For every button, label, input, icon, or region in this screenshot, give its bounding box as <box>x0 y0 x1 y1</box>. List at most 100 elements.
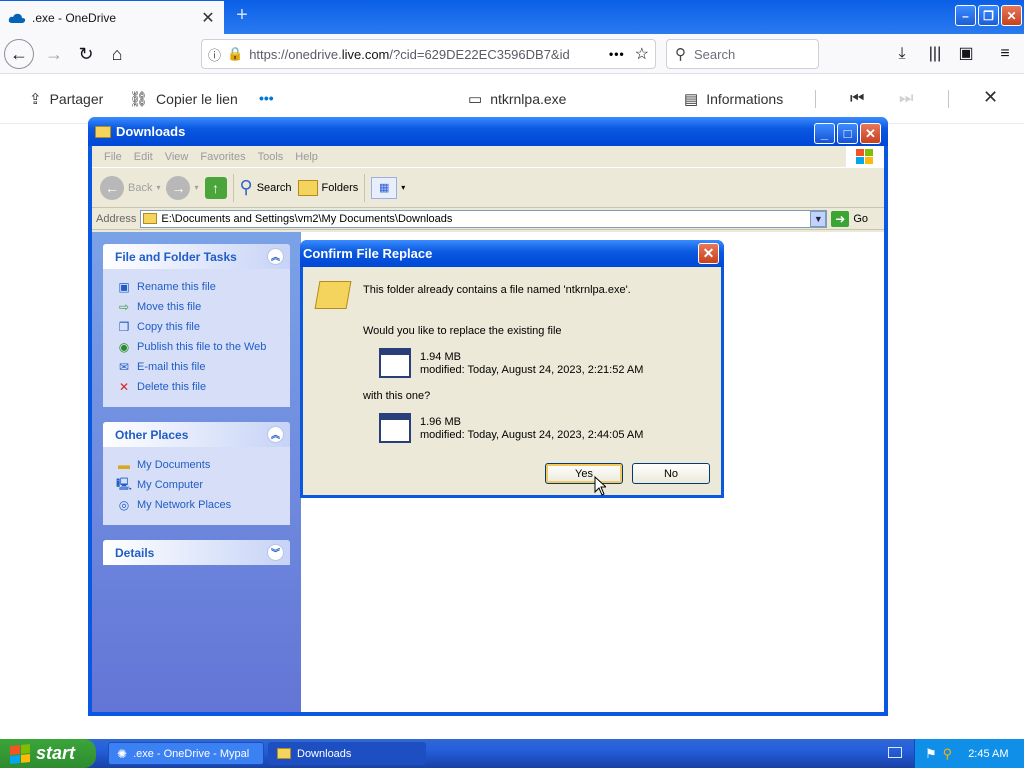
views-button[interactable]: ▦ ▾ <box>371 176 405 199</box>
details-panel: Details ︾ <box>103 540 290 565</box>
panel-header[interactable]: Details ︾ <box>103 540 290 565</box>
next-file-button[interactable]: ⏭ <box>899 90 913 108</box>
dialog-titlebar[interactable]: Confirm File Replace <box>300 240 724 267</box>
url-text[interactable]: https://onedrive.live.com/?cid=629DE22EC… <box>249 47 599 62</box>
menu-help[interactable]: Help <box>289 151 324 163</box>
browser-restore-button[interactable]: ❐ <box>978 5 999 26</box>
more-actions-button[interactable]: ••• <box>259 90 274 106</box>
explorer-minimize-button[interactable]: _ <box>814 123 835 144</box>
url-bar[interactable]: ⓘ 🔒 https://onedrive.live.com/?cid=629DE… <box>201 39 656 69</box>
go-button[interactable]: ➜ Go <box>831 210 880 227</box>
existing-file-size: 1.94 MB <box>420 351 461 363</box>
taskbar-item-mypal[interactable]: ✺ .exe - OneDrive - Mypal <box>108 742 264 765</box>
address-bar: Address E:\Documents and Settings\vm2\My… <box>92 208 884 230</box>
dialog-question: Would you like to replace the existing f… <box>363 325 562 337</box>
browser-minimize-button[interactable]: – <box>955 5 976 26</box>
bookmark-star-icon[interactable]: ☆ <box>635 44 649 64</box>
menu-file[interactable]: File <box>98 151 128 163</box>
search-placeholder: Search <box>694 46 736 62</box>
browser-tab[interactable]: .exe - OneDrive ✕ <box>0 1 224 34</box>
downloads-icon[interactable]: ⤓ <box>892 44 912 64</box>
library-icon[interactable]: ||| <box>925 44 945 64</box>
skip-next-icon: ⏭ <box>899 90 914 107</box>
no-button[interactable]: No <box>632 463 710 484</box>
tab-close-icon[interactable]: ✕ <box>200 8 216 28</box>
expand-icon[interactable]: ︾ <box>267 544 284 561</box>
info-button[interactable]: ▤ Informations <box>684 90 783 108</box>
close-viewer-button[interactable]: ✕ <box>983 87 998 108</box>
menu-view[interactable]: View <box>159 151 195 163</box>
place-label: My Computer <box>137 479 204 491</box>
info-label: Informations <box>706 91 784 107</box>
collapse-icon[interactable]: ︽ <box>267 248 284 265</box>
menu-tools[interactable]: Tools <box>252 151 290 163</box>
share-button[interactable]: ⇪ Partager <box>29 90 103 108</box>
tab-title: .exe - OneDrive <box>32 10 117 25</box>
explorer-titlebar[interactable]: Downloads <box>88 117 888 146</box>
dialog-close-button[interactable]: ✕ <box>698 243 719 264</box>
forward-button[interactable]: → ▾ <box>166 175 199 200</box>
yes-button[interactable]: Yes <box>545 463 623 484</box>
place-my-network[interactable]: ◎ My Network Places <box>117 495 278 515</box>
menu-icon[interactable]: ≡ <box>995 44 1015 64</box>
new-file-size: 1.96 MB <box>420 416 461 428</box>
up-folder-icon: ↑ <box>204 176 227 199</box>
page-actions-icon[interactable]: ••• <box>609 47 625 61</box>
copy-link-button[interactable]: ⛓ Copier le lien <box>129 90 238 108</box>
task-move[interactable]: ⇨ Move this file <box>117 297 278 317</box>
up-folder-button[interactable]: ↑ <box>204 176 227 199</box>
new-file-modified: modified: Today, August 24, 2023, 2:44:0… <box>420 429 644 441</box>
place-my-documents[interactable]: ▬ My Documents <box>117 455 278 475</box>
task-email[interactable]: ✉ E-mail this file <box>117 357 278 377</box>
folder-icon <box>143 213 158 224</box>
search-label: Search <box>256 181 292 194</box>
panel-header[interactable]: Other Places ︽ <box>103 422 290 447</box>
menu-favorites[interactable]: Favorites <box>194 151 251 163</box>
share-label: Partager <box>49 91 104 107</box>
explorer-maximize-button[interactable]: □ <box>837 123 858 144</box>
search-input[interactable]: ⚲ Search <box>666 39 819 69</box>
new-tab-button[interactable]: + <box>230 4 254 28</box>
menu-bar: File Edit View Favorites Tools Help <box>92 146 884 168</box>
address-input[interactable]: E:\Documents and Settings\vm2\My Documen… <box>140 209 828 228</box>
browser-navbar: ← → ↻ ⌂ ⓘ 🔒 https://onedrive.live.com/?c… <box>0 34 1024 74</box>
search-button[interactable]: ⚲ Search <box>240 177 292 198</box>
explorer-close-button[interactable]: ✕ <box>860 123 881 144</box>
address-dropdown-icon[interactable]: ▼ <box>810 210 827 227</box>
home-button[interactable]: ⌂ <box>103 40 131 68</box>
start-label: start <box>36 743 76 763</box>
toolbar-separator <box>364 173 366 202</box>
file-name: ntkrnlpa.exe <box>490 91 567 107</box>
reload-button[interactable]: ↻ <box>72 40 100 68</box>
copy-link-label: Copier le lien <box>156 91 238 107</box>
browser-close-button[interactable]: ✕ <box>1001 5 1022 26</box>
panel-title: Other Places <box>115 427 189 442</box>
copy-icon: ❐ <box>118 320 130 334</box>
back-button[interactable]: ← Back ▾ <box>100 175 160 200</box>
windows-flag-icon <box>10 743 30 764</box>
network-tray-icon[interactable]: ⚑ <box>925 746 937 762</box>
start-button[interactable]: start <box>0 739 96 768</box>
task-rename[interactable]: ▣ Rename this file <box>117 277 278 297</box>
previous-file-button[interactable]: ⏮ <box>850 90 864 108</box>
collapse-icon[interactable]: ︽ <box>267 426 284 443</box>
folders-button[interactable]: Folders <box>297 179 358 196</box>
sidebar-icon[interactable]: ▣ <box>956 44 976 64</box>
menu-edit[interactable]: Edit <box>128 151 159 163</box>
place-my-computer[interactable]: 🖳 My Computer <box>116 475 278 495</box>
search-tray-icon[interactable]: ⚲ <box>943 746 953 762</box>
back-button[interactable]: ← <box>4 39 34 69</box>
task-pane: File and Folder Tasks ︽ ▣ Rename this fil… <box>92 232 301 712</box>
info-icon[interactable]: ⓘ <box>208 45 221 64</box>
clock[interactable]: 2:45 AM <box>968 748 1008 760</box>
keyboard-layout-icon[interactable] <box>888 747 902 758</box>
taskbar-item-downloads[interactable]: Downloads <box>268 742 426 765</box>
folder-icon <box>95 125 111 138</box>
forward-button[interactable]: → <box>40 40 68 68</box>
panel-header[interactable]: File and Folder Tasks ︽ <box>103 244 290 269</box>
task-copy[interactable]: ❐ Copy this file <box>117 317 278 337</box>
task-publish[interactable]: ◉ Publish this file to the Web <box>117 337 278 357</box>
task-delete[interactable]: ✕ Delete this file <box>117 377 278 397</box>
taskbar-item-label: .exe - OneDrive - Mypal <box>133 747 250 760</box>
email-icon: ✉ <box>118 360 130 374</box>
